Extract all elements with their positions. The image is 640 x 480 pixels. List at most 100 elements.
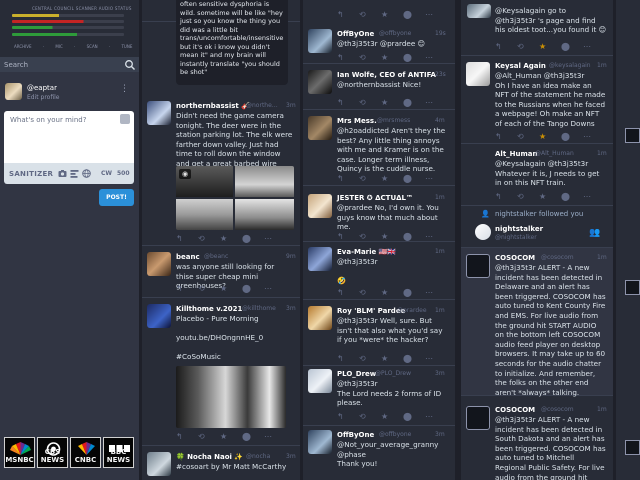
reply-icon[interactable]: ↰ (337, 354, 344, 363)
star-icon[interactable]: ★ (539, 132, 546, 141)
timestamp[interactable]: 1m (597, 62, 607, 69)
follower-handle[interactable]: @nightstalker (495, 234, 537, 241)
status-card[interactable]: JESTER ✪ ΔCTUΔL™ 1m @prardee No, I'd own… (303, 186, 455, 242)
content-warning-toggle[interactable]: CW (101, 170, 112, 177)
boost-icon[interactable]: ⟲ (359, 10, 366, 19)
display-name[interactable]: OffByOne (337, 30, 374, 38)
boost-icon[interactable]: ⟲ (198, 284, 205, 293)
avatar[interactable] (625, 128, 640, 143)
reply-icon[interactable]: ↰ (337, 174, 344, 183)
post-button[interactable]: POST! (99, 189, 134, 206)
boost-icon[interactable]: ⟲ (359, 98, 366, 107)
timestamp[interactable]: 1m (435, 307, 445, 314)
avatar[interactable] (467, 4, 491, 18)
handle[interactable]: @PLO_Drew (375, 370, 411, 377)
display-name[interactable]: Keysal Again (495, 62, 546, 70)
cnbc-logo[interactable]: CNBC (70, 437, 101, 468)
more-icon[interactable]: ⋯ (583, 132, 591, 141)
bookmark-icon[interactable]: ⬤ (403, 174, 412, 183)
more-icon[interactable]: ⋯ (425, 354, 433, 363)
poll-icon[interactable] (70, 169, 79, 178)
timeline-column-2[interactable]: ↰ ⟲ ★ ⬤ ⋯ OffByOne @offbyone 19s @th3j35… (303, 0, 455, 480)
timestamp[interactable]: 3m (435, 431, 445, 438)
status-card[interactable]: COSOCOM @cosocom 1m @th3j35t3r ALERT - A… (461, 248, 613, 397)
more-icon[interactable]: ⋯ (425, 98, 433, 107)
display-name[interactable]: COSOCOM (495, 406, 535, 414)
bookmark-icon[interactable]: ⬤ (403, 354, 412, 363)
boost-icon[interactable]: ⟲ (517, 42, 524, 51)
handle[interactable]: @offbyone (379, 30, 411, 37)
star-icon[interactable]: ★ (220, 432, 227, 441)
reply-icon[interactable]: ↰ (337, 412, 344, 421)
handle[interactable]: @nocha (246, 453, 270, 460)
boost-icon[interactable]: ⟲ (517, 132, 524, 141)
display-name[interactable]: Eva-Marie 🇺🇸🇬🇧 (337, 248, 396, 256)
avatar[interactable] (308, 369, 332, 393)
status-card[interactable]: PLO_Drew @PLO_Drew 3m @th3j35t3r The Lor… (303, 366, 455, 426)
compose-textarea[interactable] (4, 111, 134, 163)
display-name[interactable]: Alt_Human (495, 150, 538, 158)
bookmark-icon[interactable]: ⬤ (561, 42, 570, 51)
avatar[interactable] (466, 62, 490, 86)
bookmark-icon[interactable]: ⬤ (242, 234, 251, 243)
reply-icon[interactable]: ↰ (337, 98, 344, 107)
status-card[interactable]: northernbassist 🎸 @northe… 3m Didn't nee… (142, 96, 300, 246)
reply-icon[interactable]: ↰ (337, 53, 344, 62)
reply-icon[interactable]: ↰ (337, 10, 344, 19)
bookmark-icon[interactable]: ⬤ (403, 288, 412, 297)
follow-notification[interactable]: 👤 nightstalker followed you nightstalker… (461, 206, 613, 248)
star-icon[interactable]: ★ (381, 174, 388, 183)
handle[interactable]: @mrsmess (377, 117, 410, 124)
status-card[interactable]: Killthome v.2021 @killthome 3m Placebo -… (142, 298, 300, 446)
avatar[interactable] (625, 440, 640, 455)
display-name[interactable]: OffByOne (337, 431, 374, 439)
more-icon[interactable]: ⋯ (583, 192, 591, 201)
star-icon[interactable]: ★ (220, 234, 227, 243)
reply-icon[interactable]: ↰ (495, 192, 502, 201)
bookmark-icon[interactable]: ⬤ (403, 98, 412, 107)
boost-icon[interactable]: ⟲ (359, 288, 366, 297)
avatar[interactable] (147, 452, 171, 476)
timestamp[interactable]: 1m (597, 254, 607, 261)
avatar[interactable] (308, 247, 332, 271)
star-icon[interactable]: ★ (539, 192, 546, 201)
status-card[interactable]: OffByOne @offbyone 19s @th3j35t3r @prard… (303, 24, 455, 64)
status-card[interactable]: Ian Wolfe, CEO of ANTIFA 23s @northernba… (303, 64, 455, 110)
display-name[interactable]: Killthome v.2021 (176, 305, 242, 313)
avatar[interactable] (308, 116, 332, 140)
timestamp[interactable]: 3m (435, 370, 445, 377)
bookmark-icon[interactable]: ⬤ (242, 284, 251, 293)
star-icon[interactable]: ★ (539, 42, 546, 51)
more-icon[interactable]: ⋯ (264, 234, 272, 243)
partial-column[interactable] (616, 0, 640, 480)
status-card[interactable]: 🍀 Nocha Naoi ✨ @nocha 3m #cosoart by Mr … (142, 446, 300, 480)
more-icon[interactable]: ⋯ (425, 232, 433, 241)
reply-icon[interactable]: ↰ (495, 42, 502, 51)
reply-icon[interactable]: ↰ (176, 234, 183, 243)
boost-icon[interactable]: ⟲ (198, 234, 205, 243)
more-icon[interactable]: ⋯ (264, 284, 272, 293)
star-icon[interactable]: ★ (381, 53, 388, 62)
display-name[interactable]: Ian Wolfe, CEO of ANTIFA (337, 71, 436, 79)
reply-icon[interactable]: ↰ (176, 284, 183, 293)
boost-icon[interactable]: ⟲ (198, 432, 205, 441)
handle[interactable]: @cosocom (541, 254, 574, 261)
media-gallery[interactable]: ◉ (176, 166, 294, 230)
timestamp[interactable]: 3m (286, 102, 296, 109)
handle[interactable]: @northe… (246, 102, 278, 109)
globe-icon[interactable] (82, 169, 91, 178)
avatar[interactable] (147, 101, 171, 125)
more-icon[interactable]: ⋯ (425, 53, 433, 62)
reply-icon[interactable]: ↰ (337, 288, 344, 297)
boost-icon[interactable]: ⟲ (359, 232, 366, 241)
avatar[interactable] (475, 224, 491, 240)
avatar[interactable] (308, 430, 332, 454)
timestamp[interactable]: 1m (435, 248, 445, 255)
bookmark-icon[interactable]: ⬤ (403, 10, 412, 19)
timestamp[interactable]: 4m (435, 117, 445, 124)
timestamp[interactable]: 19s (435, 30, 446, 37)
more-icon[interactable]: ⋯ (425, 10, 433, 19)
avatar[interactable] (466, 254, 490, 278)
handle[interactable]: @keysalagain (549, 62, 591, 69)
eye-icon[interactable]: ◉ (179, 169, 191, 179)
